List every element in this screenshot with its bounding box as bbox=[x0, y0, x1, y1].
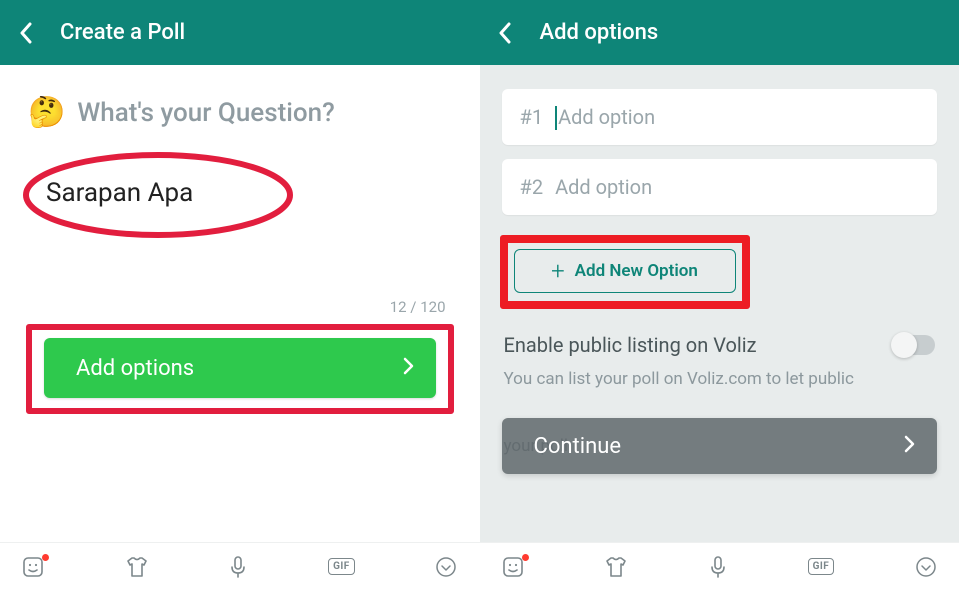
poll-body: 🤔 What's your Question? Sarapan Apa 12 /… bbox=[0, 65, 480, 542]
appbar-right: Add options bbox=[480, 0, 959, 65]
notification-dot bbox=[522, 554, 529, 561]
back-icon[interactable] bbox=[18, 21, 32, 45]
add-new-option-button[interactable]: + Add New Option bbox=[514, 249, 736, 293]
mic-icon[interactable] bbox=[709, 555, 727, 579]
toggle-knob bbox=[891, 332, 917, 358]
option-number: #1 bbox=[520, 105, 544, 129]
screen-title: Add options bbox=[540, 20, 659, 45]
add-new-option-label: Add New Option bbox=[575, 261, 698, 281]
text-cursor bbox=[555, 106, 557, 130]
continue-label: Continue bbox=[534, 434, 622, 459]
chevron-down-icon[interactable] bbox=[435, 556, 457, 578]
question-input-highlight: Sarapan Apa bbox=[18, 148, 298, 243]
add-options-button[interactable]: Add options bbox=[44, 338, 436, 398]
plus-icon: + bbox=[551, 259, 565, 283]
question-input[interactable]: Sarapan Apa bbox=[46, 178, 193, 208]
chevron-right-icon bbox=[904, 435, 915, 457]
question-prompt: What's your Question? bbox=[77, 98, 334, 128]
sticker-icon[interactable] bbox=[502, 556, 524, 578]
chevron-down-icon[interactable] bbox=[915, 556, 937, 578]
public-listing-label: Enable public listing on Voliz bbox=[504, 333, 894, 357]
keyboard-toolbar: GIF bbox=[0, 542, 480, 590]
gif-icon[interactable]: GIF bbox=[328, 558, 355, 575]
gif-icon[interactable]: GIF bbox=[808, 558, 835, 575]
screen-title: Create a Poll bbox=[60, 20, 185, 45]
option-placeholder: Add option bbox=[558, 105, 655, 129]
thinking-emoji: 🤔 bbox=[28, 95, 65, 130]
notification-dot bbox=[42, 554, 49, 561]
tshirt-icon[interactable] bbox=[125, 556, 149, 578]
appbar-left: Create a Poll bbox=[0, 0, 480, 65]
add-options-screen: Add options #1 Add option #2 Add option … bbox=[480, 0, 959, 590]
public-listing-row: Enable public listing on Voliz bbox=[502, 333, 938, 357]
create-poll-screen: Create a Poll 🤔 What's your Question? Sa… bbox=[0, 0, 480, 590]
char-counter: 12 / 120 bbox=[390, 298, 446, 316]
option-input-2[interactable]: #2 Add option bbox=[502, 159, 938, 215]
question-row: 🤔 What's your Question? bbox=[28, 95, 452, 130]
continue-button[interactable]: Continue bbox=[502, 418, 938, 474]
option-number: #2 bbox=[520, 175, 544, 199]
sticker-icon[interactable] bbox=[22, 556, 44, 578]
keyboard-toolbar: GIF bbox=[480, 542, 959, 590]
desc-line: You can list your poll on Voliz.com to l… bbox=[504, 367, 936, 392]
tshirt-icon[interactable] bbox=[604, 556, 628, 578]
option-placeholder: Add option bbox=[555, 175, 652, 199]
add-options-label: Add options bbox=[76, 356, 194, 381]
add-new-option-highlight: + Add New Option bbox=[500, 235, 750, 309]
chevron-right-icon bbox=[403, 357, 414, 379]
back-icon[interactable] bbox=[498, 21, 512, 45]
public-listing-toggle[interactable] bbox=[893, 335, 935, 355]
add-options-highlight: Add options bbox=[28, 324, 452, 414]
mic-icon[interactable] bbox=[229, 555, 247, 579]
option-input-1[interactable]: #1 Add option bbox=[502, 89, 938, 145]
